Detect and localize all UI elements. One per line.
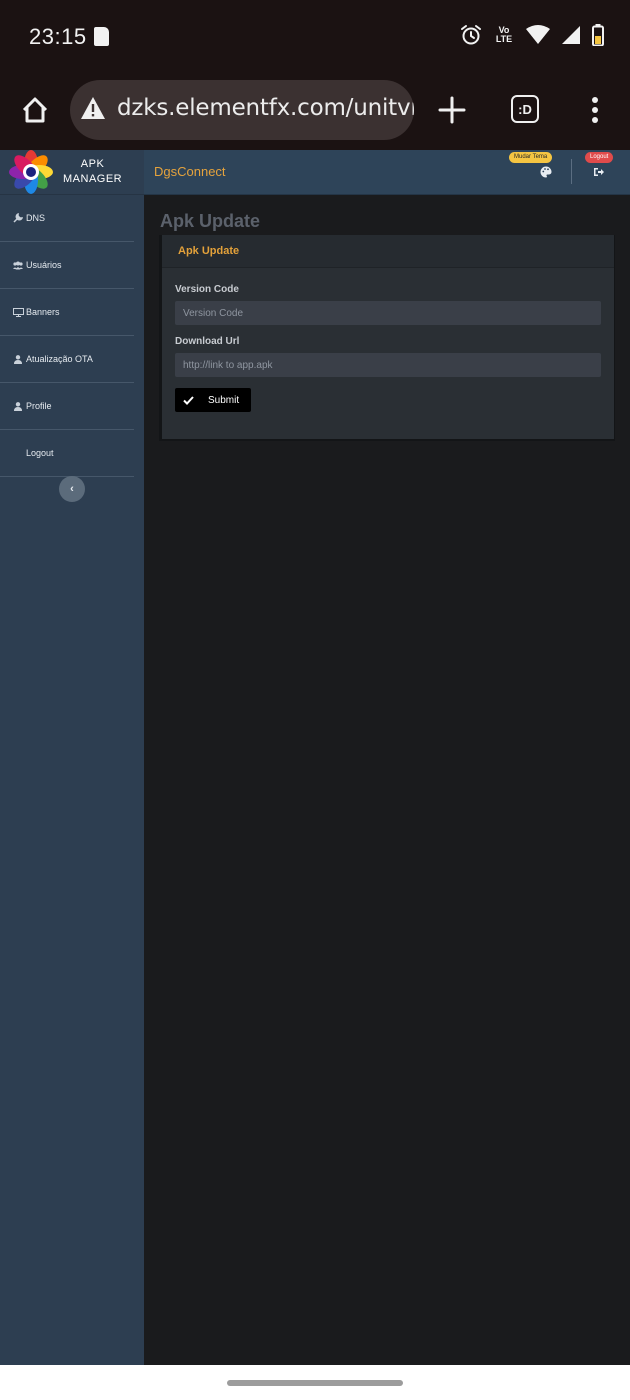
home-gesture-handle[interactable] xyxy=(227,1380,403,1386)
volte-icon: Vo LTE xyxy=(493,26,515,44)
page-title: Apk Update xyxy=(160,211,261,231)
wifi-icon xyxy=(526,25,550,44)
sidebar-nav: DNS Usuários Banners Atualização OTA Pro… xyxy=(0,195,144,477)
brand[interactable]: APK MANAGER xyxy=(0,150,144,195)
submit-button[interactable]: Submit xyxy=(175,388,251,412)
web-app: APK MANAGER DNS Usuários Banners Atualiz… xyxy=(0,150,630,1365)
palette-icon[interactable] xyxy=(540,166,552,178)
sidebar-item-banners[interactable]: Banners xyxy=(0,289,134,336)
volte-bottom-label: LTE xyxy=(495,34,513,44)
change-theme-badge: Mudar Tema xyxy=(509,152,553,163)
wrench-icon xyxy=(10,213,26,223)
warning-icon xyxy=(81,97,105,119)
url-text: dzks.elementfx.com/unitvip xyxy=(117,95,414,121)
sd-card-icon xyxy=(94,27,109,46)
home-icon xyxy=(22,97,48,123)
sidebar-item-usuarios[interactable]: Usuários xyxy=(0,242,134,289)
monitor-icon xyxy=(10,307,26,317)
sidebar-collapse-button[interactable]: ‹ xyxy=(59,476,85,502)
status-time: 23:15 xyxy=(29,24,87,49)
user-icon xyxy=(10,401,26,411)
gesture-navigation-bar xyxy=(0,1365,630,1400)
menu-dot-icon xyxy=(592,107,598,113)
topbar-divider xyxy=(571,159,572,184)
sidebar-item-label: Banners xyxy=(26,307,60,317)
brand-line-1: APK xyxy=(80,158,105,170)
users-icon xyxy=(10,261,26,270)
card-title: Apk Update xyxy=(178,245,240,257)
sidebar-item-profile[interactable]: Profile xyxy=(0,383,134,430)
browser-toolbar: dzks.elementfx.com/unitvip :D xyxy=(0,72,630,150)
alarm-icon xyxy=(461,25,481,45)
user-icon xyxy=(10,354,26,364)
sidebar-item-label: Profile xyxy=(26,401,52,411)
sidebar-item-atualizacao-ota[interactable]: Atualização OTA xyxy=(0,336,134,383)
battery-icon xyxy=(592,24,604,46)
new-tab-button[interactable] xyxy=(436,94,468,126)
brand-line-2: MANAGER xyxy=(63,173,123,185)
download-url-label: Download Url xyxy=(175,336,240,347)
topbar: DgsConnect Mudar Tema Logout xyxy=(144,150,630,195)
sign-out-icon[interactable] xyxy=(593,166,605,178)
sidebar-item-label: Atualização OTA xyxy=(26,354,93,364)
address-bar[interactable]: dzks.elementfx.com/unitvip xyxy=(70,80,414,140)
sidebar-item-logout[interactable]: Logout xyxy=(0,430,134,477)
submit-label: Submit xyxy=(208,394,240,406)
apk-update-card: Apk Update Version Code Download Url Sub… xyxy=(159,235,615,441)
tab-switcher-button[interactable]: :D xyxy=(511,95,539,123)
home-button[interactable] xyxy=(14,89,56,131)
plus-icon xyxy=(438,96,466,124)
browser-menu-button[interactable] xyxy=(585,94,605,126)
brand-name: APK MANAGER xyxy=(63,157,122,187)
logout-badge: Logout xyxy=(585,152,614,163)
brand-logo-icon xyxy=(9,150,53,194)
check-icon xyxy=(183,395,194,405)
status-icons: Vo LTE xyxy=(460,24,604,46)
sidebar-item-label: DNS xyxy=(26,213,46,223)
version-code-input[interactable] xyxy=(175,301,601,325)
sidebar: APK MANAGER DNS Usuários Banners Atualiz… xyxy=(0,150,144,1365)
menu-dot-icon xyxy=(592,117,598,123)
signal-icon xyxy=(562,26,580,44)
sidebar-item-dns[interactable]: DNS xyxy=(0,195,134,242)
sidebar-item-label: Logout xyxy=(26,448,54,458)
version-code-label: Version Code xyxy=(175,284,239,295)
download-url-input[interactable] xyxy=(175,353,601,377)
status-bar: 23:15 Vo LTE xyxy=(0,0,630,72)
app-title[interactable]: DgsConnect xyxy=(154,164,226,179)
menu-dot-icon xyxy=(592,97,598,103)
sidebar-item-label: Usuários xyxy=(26,260,62,270)
